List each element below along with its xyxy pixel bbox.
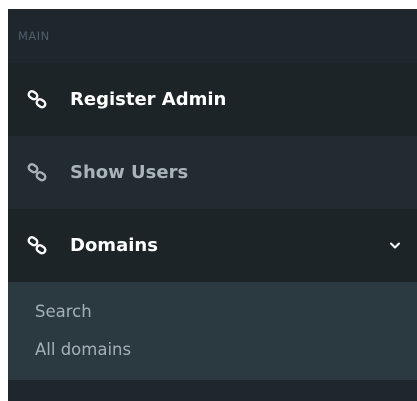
chevron-down-icon[interactable] (389, 240, 401, 252)
domains-submenu: Search All domains (8, 282, 417, 380)
section-header-main: MAIN (8, 9, 417, 63)
submenu-item-all-domains[interactable]: All domains (8, 330, 417, 368)
sidebar-item-label: Register Admin (70, 89, 227, 110)
sidebar-bottom-strip (8, 380, 417, 400)
submenu-item-search[interactable]: Search (8, 292, 417, 330)
sidebar-item-label: Domains (70, 235, 158, 256)
sidebar-item-label: Show Users (70, 162, 189, 183)
link-icon (26, 235, 48, 257)
sidebar-item-register-admin[interactable]: Register Admin (8, 63, 417, 136)
sidebar-item-domains[interactable]: Domains (8, 209, 417, 282)
sidebar-nav: MAIN Register Admin Show Users Domains S… (8, 9, 417, 401)
sidebar-item-show-users[interactable]: Show Users (8, 136, 417, 209)
link-icon (26, 162, 48, 184)
link-icon (26, 89, 48, 111)
